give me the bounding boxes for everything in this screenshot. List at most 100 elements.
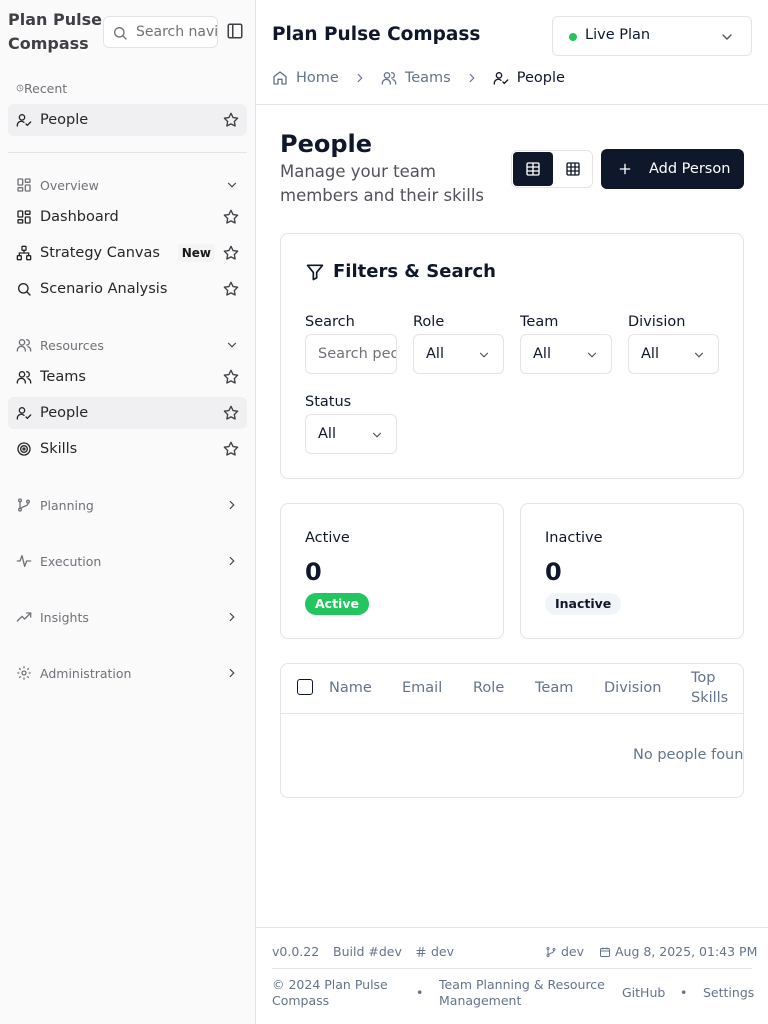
plan-select[interactable]: Live Plan (552, 16, 752, 56)
footer-commit: dev (415, 944, 454, 959)
sidebar-item-label: People (40, 405, 89, 421)
filters-title-label: Filters & Search (333, 261, 496, 282)
sidebar-item-label: Scenario Analysis (40, 281, 168, 297)
star-icon[interactable] (223, 281, 239, 297)
chevron-down-icon (370, 428, 384, 442)
table-header: Name Email Role Team Division Top Skills (281, 664, 743, 714)
division-select-value: All (641, 346, 659, 362)
column-header-skills[interactable]: Skills (691, 690, 728, 706)
column-header-division[interactable]: Division (604, 680, 661, 696)
section-planning-label: Planning (40, 497, 94, 513)
page-title: People (280, 130, 373, 158)
chevron-down-icon (225, 178, 239, 192)
section-insights-label: Insights (40, 609, 89, 625)
home-icon (272, 70, 288, 86)
column-header-role[interactable]: Role (473, 680, 504, 696)
section-insights[interactable]: Insights (8, 601, 247, 633)
github-link[interactable]: GitHub (622, 985, 665, 1001)
breadcrumb-home[interactable]: Home (272, 70, 339, 86)
star-icon[interactable] (223, 369, 239, 385)
breadcrumb-teams[interactable]: Teams (381, 70, 451, 86)
sidebar-item-label: People (40, 112, 89, 128)
sidebar-item-scenario-analysis[interactable]: Scenario Analysis (8, 273, 247, 305)
search-icon (8, 281, 40, 297)
footer-build: Build #dev (333, 944, 402, 959)
status-dot (569, 33, 577, 41)
brand-name: Plan Pulse Compass (8, 10, 102, 53)
layout-dashboard-icon (8, 177, 40, 193)
add-person-button[interactable]: Add Person (601, 149, 744, 189)
section-resources-label: Resources (40, 337, 104, 353)
hash-icon (415, 946, 427, 958)
sidebar-search-input[interactable]: Search navigation... (103, 16, 218, 48)
breadcrumb: Home Teams People (272, 68, 565, 88)
team-label: Team (520, 314, 559, 330)
chevron-right-icon (353, 71, 367, 85)
star-icon[interactable] (223, 209, 239, 225)
column-header-email[interactable]: Email (402, 680, 442, 696)
breadcrumb-label: Home (296, 70, 339, 86)
footer-divider (272, 968, 752, 969)
sidebar-toggle-icon[interactable] (226, 22, 246, 42)
section-administration-label: Administration (40, 665, 132, 681)
active-stat-label: Active (305, 530, 350, 546)
search-input[interactable]: Search people... (305, 334, 397, 374)
breadcrumb-label: Teams (404, 70, 451, 86)
footer-version: v0.0.22 (272, 944, 320, 959)
column-header-name[interactable]: Name (329, 680, 372, 696)
section-execution[interactable]: Execution (8, 545, 247, 577)
star-icon[interactable] (223, 405, 239, 421)
role-select[interactable]: All (413, 334, 504, 374)
sidebar-item-people[interactable]: People (8, 397, 247, 429)
sidebar-item-skills[interactable]: Skills (8, 433, 247, 465)
settings-link[interactable]: Settings (703, 985, 754, 1001)
sidebar-item-strategy-canvas[interactable]: Strategy Canvas New (8, 237, 247, 269)
status-select[interactable]: All (305, 414, 397, 454)
team-select-value: All (533, 346, 551, 362)
section-resources[interactable]: Resources (8, 329, 247, 361)
select-all-checkbox[interactable] (297, 679, 313, 695)
section-administration[interactable]: Administration (8, 657, 247, 689)
star-icon[interactable] (223, 441, 239, 457)
table-icon (526, 162, 540, 176)
chevron-right-icon (465, 71, 479, 85)
footer-branch-label: dev (561, 944, 585, 959)
people-table: Name Email Role Team Division Top Skills… (280, 663, 744, 798)
chevron-down-icon (477, 348, 491, 362)
role-label: Role (413, 314, 445, 330)
division-select[interactable]: All (628, 334, 719, 374)
activity-icon (8, 553, 40, 569)
section-overview[interactable]: Overview (8, 169, 247, 201)
footer-bullet: • (680, 985, 688, 1000)
users-icon (8, 337, 40, 353)
column-header-top[interactable]: Top (691, 670, 715, 686)
grid-icon (566, 162, 580, 176)
grid-view-button[interactable] (553, 152, 593, 186)
team-select[interactable]: All (520, 334, 612, 374)
sidebar-item-label: Strategy Canvas (40, 245, 160, 261)
user-check-icon (493, 70, 509, 86)
trending-up-icon (8, 609, 40, 625)
chevron-right-icon (225, 610, 239, 624)
chevron-right-icon (225, 666, 239, 680)
sidebar-item-recent-people[interactable]: People (8, 104, 247, 136)
breadcrumb-label: People (516, 70, 565, 86)
sidebar-header: Plan Pulse Compass Search navigation... (8, 8, 248, 56)
active-status-badge: Active (305, 593, 369, 615)
workflow-icon (8, 245, 40, 261)
sidebar-item-teams[interactable]: Teams (8, 361, 247, 393)
sidebar-item-dashboard[interactable]: Dashboard (8, 201, 247, 233)
new-badge: New (177, 244, 215, 262)
app-title: Plan Pulse Compass (272, 24, 481, 45)
sidebar-item-label: Dashboard (40, 209, 119, 225)
chevron-down-icon (719, 29, 735, 45)
section-execution-label: Execution (40, 553, 102, 569)
section-planning[interactable]: Planning (8, 489, 247, 521)
star-icon[interactable] (223, 112, 239, 128)
footer-date: Aug 8, 2025, 01:43 PM (599, 944, 757, 959)
table-view-button[interactable] (513, 152, 553, 186)
role-select-value: All (426, 346, 444, 362)
main-content: Plan Pulse Compass Live Plan Home Teams … (256, 0, 768, 1024)
star-icon[interactable] (223, 245, 239, 261)
column-header-team[interactable]: Team (535, 680, 573, 696)
